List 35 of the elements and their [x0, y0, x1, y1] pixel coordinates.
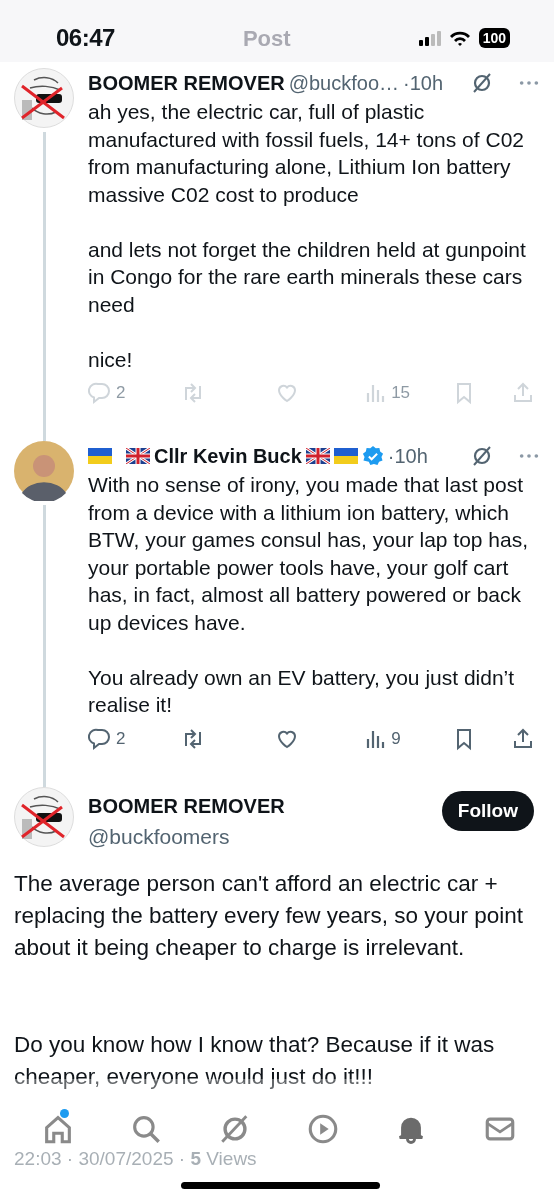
post-time: ·10h [403, 71, 444, 96]
uk-flag-icon [305, 448, 330, 464]
reply-count: 2 [116, 727, 126, 750]
ukraine-flag-icon [333, 448, 358, 464]
author-handle: @buckfoo… [288, 71, 400, 96]
follow-button[interactable]: Follow [441, 790, 534, 831]
post-time: ·10h [387, 444, 428, 469]
post-text: You already own an EV battery, you just didn’t realise it! [88, 664, 516, 718]
post-meta: 22:03 · 30/07/2025 · 5 Views [13, 1147, 258, 1171]
battery-indicator: 100 [478, 28, 510, 48]
views-count: 15 [391, 382, 411, 405]
post-text: With no sense of irony, you made that last post from a device with a lithium ion battery, which BTW, your games consul has, your lap top has, your portable power tools have, your golf cart has, in fact, almost all battery powered or back up devices have. [88, 472, 530, 636]
ukraine-flag-icon [88, 448, 112, 464]
page-title: Post [242, 24, 291, 53]
avatar-icon [14, 786, 74, 847]
wifi-icon [448, 30, 471, 46]
post-text: Do you know how I know that? Because if it was cheaper, everyone would just do it!!! [13, 1031, 496, 1091]
post-text: The average person can't afford an electric car + replacing the battery every few years, so your point about it being cheaper to charge is irrelevant. [13, 870, 524, 962]
grok-icon[interactable] [470, 71, 494, 95]
grok-icon[interactable] [470, 444, 494, 468]
post-text: and lets not forget the children held at gunpoint in Congo for the rare earth minerals these cars need [88, 236, 527, 318]
post-text: ah yes, the electric car, full of plastic manufactured with fossil fuels, 14+ tons of C02 from manufacturing alone, Lithium Ion battery massive C02 cost to produce [88, 99, 525, 208]
signal-icon [418, 30, 441, 46]
author-handle: @buckfoomers [88, 823, 231, 850]
status-time: 06:47 [56, 23, 115, 53]
avatar-icon [14, 441, 74, 501]
author-name: BOOMER REMOVER [88, 793, 286, 819]
avatar-icon [14, 68, 74, 128]
author-name: BOOMER REMOVER [88, 71, 285, 96]
post-text: nice! [88, 346, 134, 373]
views-count: 9 [391, 727, 401, 750]
reply-count: 2 [116, 382, 126, 405]
reply-icon[interactable] [88, 726, 112, 751]
uk-flag-icon [126, 448, 150, 464]
author-name: Cllr Kevin Buck [154, 444, 302, 469]
